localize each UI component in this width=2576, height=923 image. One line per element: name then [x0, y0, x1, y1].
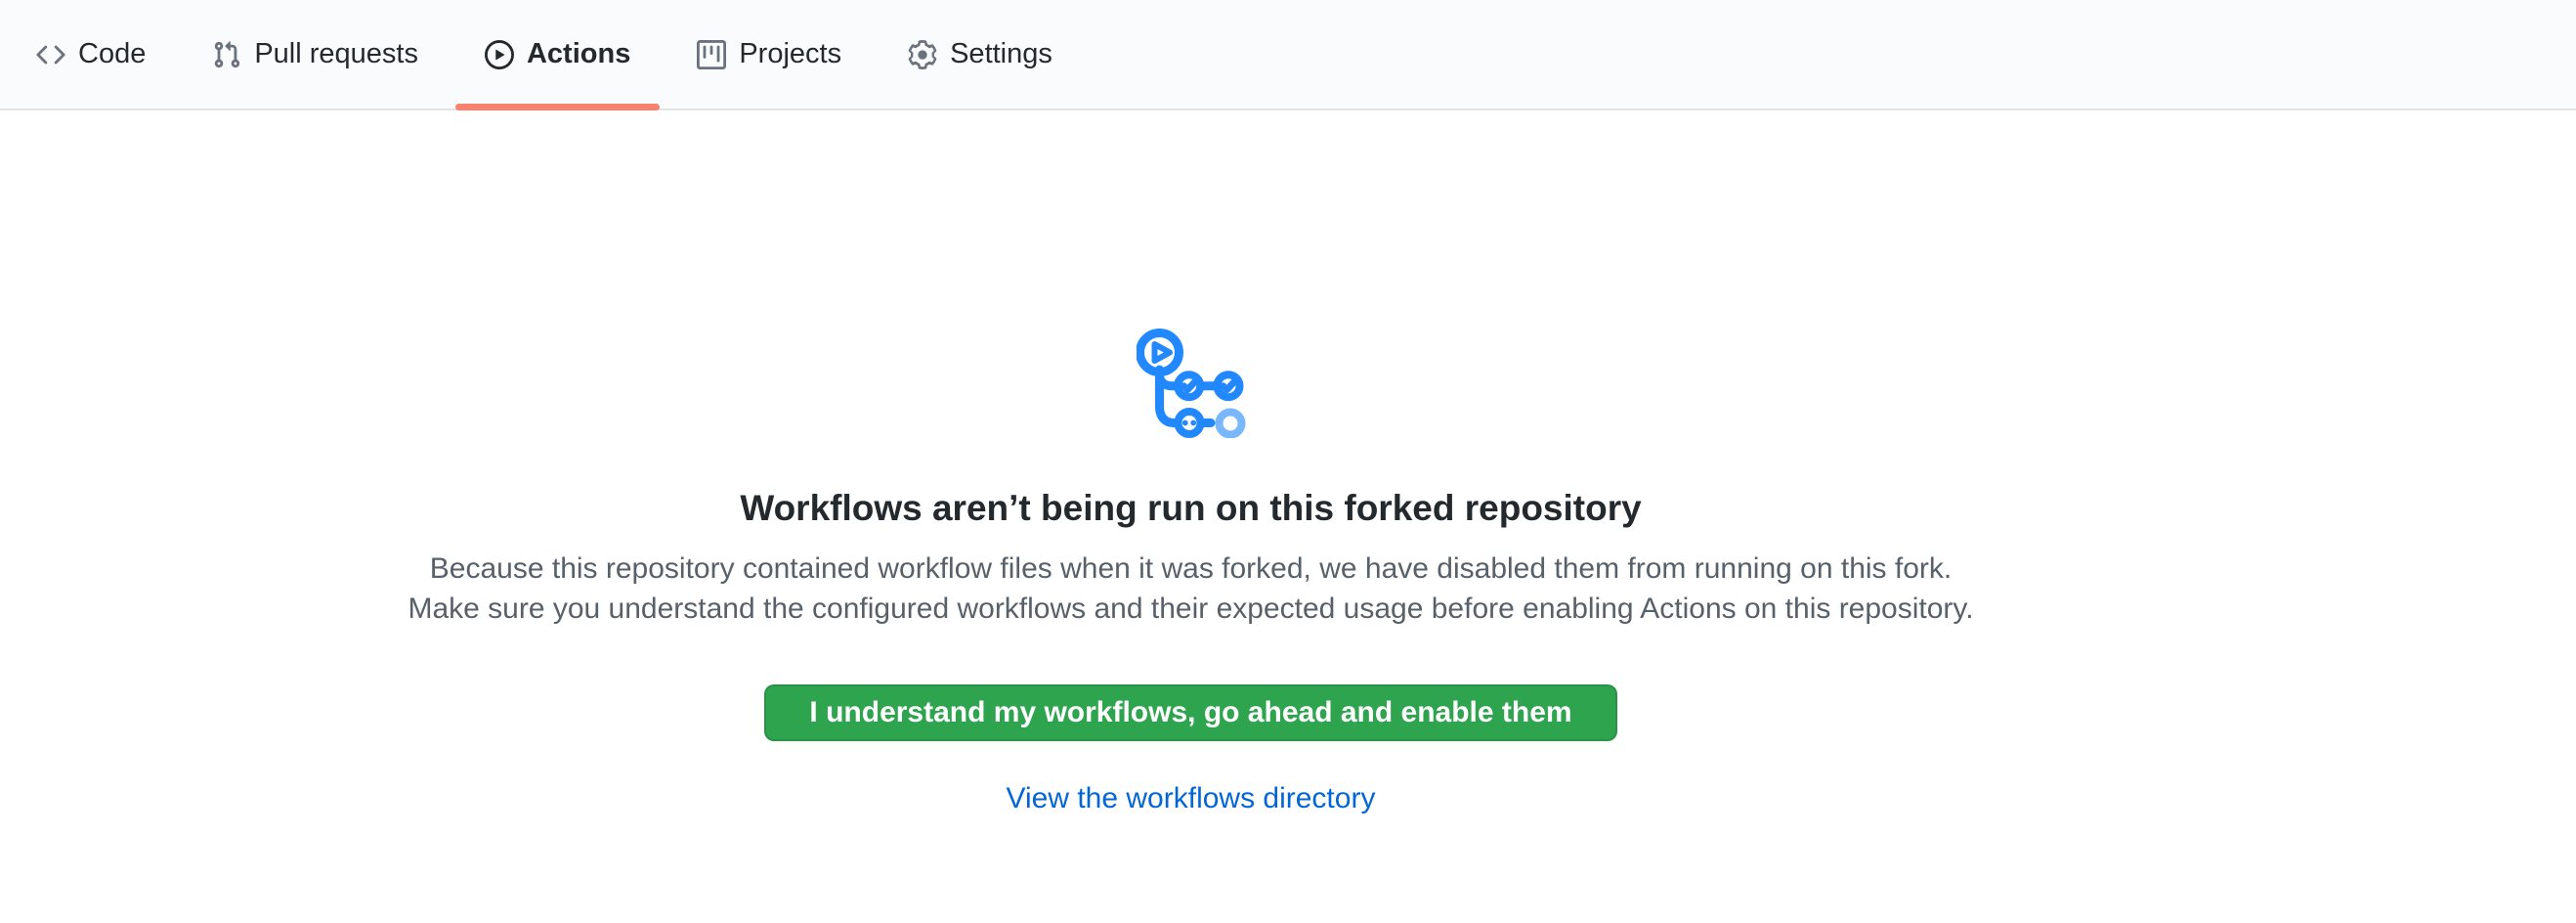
page-title: Workflows aren’t being run on this forke…: [0, 486, 2382, 531]
enable-button-row: I understand my workflows, go ahead and …: [0, 629, 2382, 741]
tab-code[interactable]: Code: [7, 0, 175, 109]
actions-workflow-graph-icon: [1137, 329, 1246, 438]
repo-tab-nav: Code Pull requests Actions Projects Sett…: [0, 0, 2576, 110]
tab-projects-label: Projects: [739, 40, 841, 68]
tab-code-label: Code: [78, 40, 146, 68]
git-pull-request-icon: [212, 40, 241, 69]
play-circle-icon: [485, 40, 514, 69]
project-board-icon: [697, 40, 726, 69]
actions-disabled-blankslate: Workflows aren’t being run on this forke…: [0, 110, 2382, 815]
tab-pull-requests-label: Pull requests: [254, 40, 418, 68]
blankslate-description: Because this repository contained workfl…: [402, 549, 1980, 629]
view-workflows-directory-link[interactable]: View the workflows directory: [1007, 782, 1376, 814]
enable-workflows-button[interactable]: I understand my workflows, go ahead and …: [764, 684, 1616, 741]
tab-actions[interactable]: Actions: [455, 0, 660, 109]
tab-settings[interactable]: Settings: [879, 0, 1082, 109]
tab-actions-label: Actions: [527, 40, 630, 68]
active-tab-underline: [455, 104, 660, 110]
tab-projects[interactable]: Projects: [667, 0, 871, 109]
gear-icon: [908, 40, 937, 69]
workflows-link-row: View the workflows directory: [0, 782, 2382, 815]
tab-settings-label: Settings: [950, 40, 1052, 68]
tab-pull-requests[interactable]: Pull requests: [183, 0, 448, 109]
code-icon: [36, 40, 65, 69]
